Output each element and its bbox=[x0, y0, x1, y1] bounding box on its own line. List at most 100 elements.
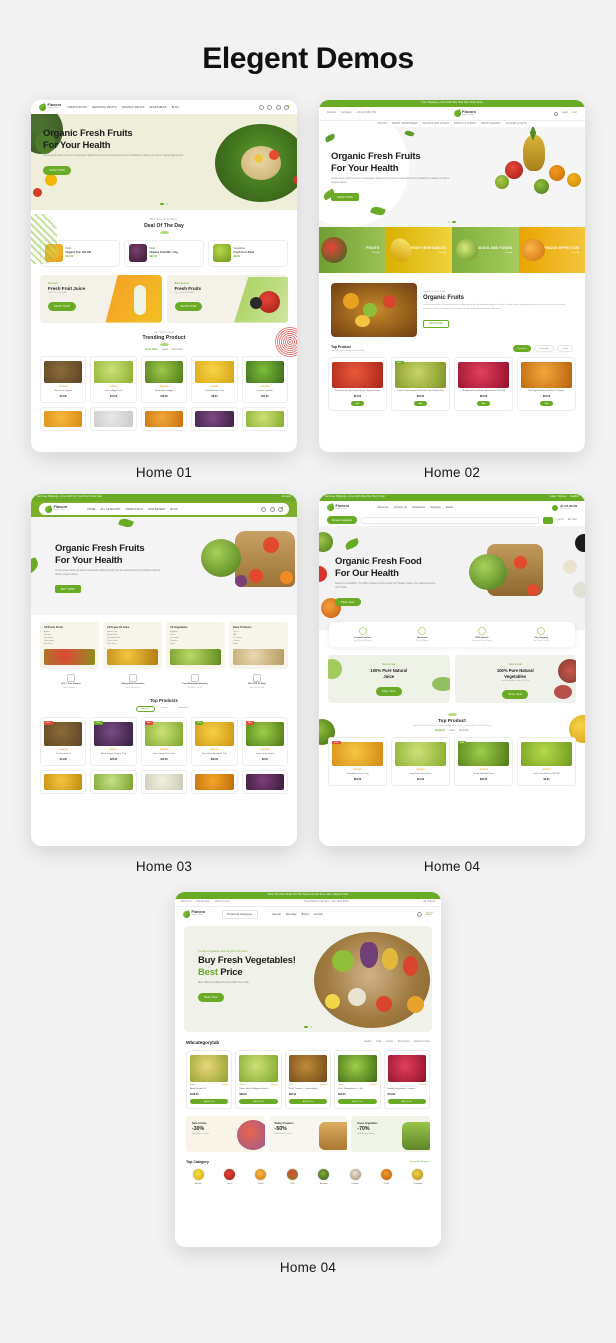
category-item[interactable]: Carrot bbox=[372, 1168, 400, 1185]
nav-item[interactable]: FRESH FRUIT bbox=[126, 508, 144, 511]
product-card[interactable]: Raspberry Fresh Nature Berry Basket 250 … bbox=[454, 357, 513, 412]
browse-all-categories-link[interactable]: Browse All Categories bbox=[410, 1161, 430, 1163]
hero-shop-button[interactable]: Shop Now bbox=[335, 598, 361, 607]
nav-item[interactable]: OUR BAKERY bbox=[148, 508, 165, 511]
promo-banner[interactable]: Summer Fresh Fruit Juice Up to 30% Off T… bbox=[40, 274, 162, 323]
category-card[interactable]: All Types Of Juice Lemon Juice Mango Jui… bbox=[103, 622, 162, 669]
top-products-tabs[interactable]: Featured Latest Bestseller bbox=[31, 705, 297, 713]
nav-item[interactable]: BLOG bbox=[172, 106, 179, 109]
logo[interactable]: Flavoro Organic Store bbox=[182, 909, 206, 919]
nav-item[interactable]: ORGANIC FRUITS bbox=[122, 106, 145, 109]
search-icon[interactable] bbox=[261, 506, 266, 512]
category-item[interactable]: Plum Juice bbox=[107, 643, 158, 646]
header-icons[interactable] bbox=[261, 506, 283, 512]
user-icon[interactable] bbox=[275, 104, 281, 110]
tab[interactable]: Exotic bbox=[364, 1040, 371, 1043]
promo-banner[interactable]: New arrival 100% Pure Natural Juice Shop… bbox=[328, 655, 450, 703]
carousel-dot[interactable] bbox=[451, 221, 456, 223]
hero-shop-button[interactable]: Shop Now bbox=[198, 993, 224, 1002]
discount-banner[interactable]: Green Vegetables -70% Made By Best Produ… bbox=[351, 1116, 431, 1153]
carousel-dot[interactable] bbox=[309, 1026, 312, 1028]
topbar-right-link[interactable]: Account bbox=[282, 495, 291, 498]
carousel-dot[interactable] bbox=[448, 221, 451, 223]
nav-item[interactable]: VEGETABLES bbox=[149, 106, 166, 109]
deal-item-card[interactable]: Fruits Organic Fruit Mix, 1 Kg $22.00 bbox=[124, 239, 204, 267]
browse-all-categories-button[interactable]: Browse All Categories bbox=[221, 909, 258, 919]
product-card[interactable]: SALE ★★★★★ Kiwi Fresh Fruit $14.00 bbox=[40, 717, 87, 767]
search-icon[interactable] bbox=[258, 104, 264, 110]
tab[interactable]: Fresh Juice bbox=[145, 349, 158, 351]
search-button[interactable] bbox=[542, 516, 553, 524]
product-card[interactable]: ★★★★★ Organic Leaf Mix $21.00 bbox=[241, 356, 289, 403]
tab[interactable]: Best Seller bbox=[172, 349, 183, 351]
product-card[interactable]: NEW ★★★★☆ Black Grapes Organic 1 Kg $26.… bbox=[90, 717, 137, 767]
nav-item[interactable]: Brand bbox=[302, 913, 309, 916]
product-card[interactable] bbox=[241, 770, 289, 795]
hero-carousel-dots[interactable] bbox=[184, 1026, 432, 1028]
logo[interactable]: Flavoro Organic Store bbox=[38, 102, 62, 112]
wish-list-link[interactable]: Wish List (0) bbox=[215, 900, 230, 903]
product-card[interactable] bbox=[140, 406, 188, 431]
nav-item[interactable]: Collections bbox=[412, 506, 425, 509]
product-card[interactable]: Fresh Hot Quality Tomato Sauce, 1kg Bulk… bbox=[328, 357, 387, 412]
product-card[interactable]: NEW ★★★★☆ Pure Yellow Mangoes 2 Kg $30.0… bbox=[191, 717, 238, 767]
tab[interactable]: Latest bbox=[162, 349, 168, 351]
carousel-dot[interactable] bbox=[160, 203, 165, 205]
product-card[interactable]: ★★★★☆ Fresh Green Beans 500 GM $9.00 bbox=[517, 737, 576, 786]
promo-banner[interactable]: New arrival 100% Pure Natural Vegetables… bbox=[454, 655, 576, 703]
nav-item[interactable]: FRESH BAKERY bbox=[481, 122, 501, 125]
nav-links[interactable]: Special Site Map Brand Contact bbox=[272, 913, 323, 916]
carousel-dot[interactable] bbox=[304, 1026, 309, 1028]
discount-banner[interactable]: New Arrivals -30% Made By Best Process bbox=[186, 1116, 265, 1153]
cart-icon[interactable] bbox=[284, 104, 289, 110]
category-banner[interactable]: FRUITS Shop All bbox=[319, 227, 386, 273]
hero-carousel-dots[interactable] bbox=[31, 203, 297, 205]
about-read-more-button[interactable]: READ MORE bbox=[423, 319, 449, 328]
product-card[interactable]: SALE ★★★★★ Long Green Gourd $9.00 bbox=[241, 717, 289, 767]
nav-item[interactable]: Site Map bbox=[286, 913, 297, 916]
language-select[interactable]: English bbox=[570, 495, 579, 498]
top-product-tabs[interactable]: Featured Bestseller Latest bbox=[512, 345, 573, 352]
nav-item[interactable]: ALMOND & NUTS bbox=[506, 122, 527, 125]
tab[interactable]: Exotics Fruits bbox=[414, 1040, 430, 1043]
top-product-tabs[interactable]: Featured Latest Bestseller bbox=[319, 730, 585, 732]
demo-card-home-01[interactable]: Flavoro Organic Store FRESH FRUITS SEASO… bbox=[31, 100, 297, 480]
demo-card-home-02[interactable]: Free Shipping + Free Gifts Buy Now Next … bbox=[319, 100, 585, 480]
nav-item[interactable]: Contact Us bbox=[394, 506, 407, 509]
demo-screenshot-home-04[interactable]: Get Free Shipping + Free Gifts Now Buy N… bbox=[319, 494, 585, 846]
hero-shop-button[interactable]: BUY NOW bbox=[55, 585, 81, 594]
product-card[interactable]: NEW ★★★★★ Mixed Vegetable Tray $26.00 bbox=[454, 737, 513, 786]
discount-banner[interactable]: Bakery Products -50% Made By Best Proces… bbox=[268, 1116, 348, 1153]
product-card[interactable] bbox=[90, 770, 137, 795]
product-card[interactable]: ★★★★☆ Long Green Gourd Pack $11.00 bbox=[391, 737, 450, 786]
category-item[interactable]: Pineapple bbox=[404, 1168, 432, 1185]
promo-button[interactable]: SHOP NOW bbox=[174, 302, 203, 311]
cart-link[interactable]: My Cart bbox=[568, 518, 577, 521]
logo[interactable]: Flavoro Organic Store bbox=[452, 109, 477, 118]
product-card[interactable]: Exotic ★★★★★ Apple Flavour 94° $118.00 A… bbox=[186, 1050, 233, 1110]
all-orders-link[interactable]: All Orders bbox=[423, 900, 435, 903]
cart-link[interactable]: Cart bbox=[572, 111, 577, 114]
product-card[interactable] bbox=[191, 770, 238, 795]
product-card[interactable] bbox=[140, 770, 188, 795]
category-item[interactable]: Banana bbox=[184, 1168, 212, 1185]
nav-item[interactable]: SNACKS AND FOODS bbox=[423, 122, 449, 125]
tab[interactable]: Featured bbox=[135, 705, 155, 713]
product-card[interactable]: ECO ★★★★★ Fresh Turmeric - Organically A… bbox=[284, 1050, 332, 1110]
category-item[interactable]: Peach bbox=[247, 1168, 275, 1185]
add-to-cart-button[interactable]: Add bbox=[476, 400, 491, 407]
category-banner[interactable]: ENORMOUS EFFECTUM Shop All bbox=[518, 227, 585, 273]
category-item[interactable]: Cherry bbox=[215, 1168, 243, 1185]
tab[interactable]: Kiwi bbox=[377, 1040, 382, 1043]
demo-card-home-03[interactable]: Get Free Shipping + Free Gifts On Your N… bbox=[31, 494, 297, 874]
logo[interactable]: Flavoro Organic Store bbox=[326, 503, 350, 512]
demo-card-home-04-alt[interactable]: Shop The Most Deals Off The Week And Get… bbox=[175, 892, 441, 1275]
tab[interactable]: Featured bbox=[435, 730, 445, 732]
product-card[interactable] bbox=[191, 406, 238, 431]
product-card[interactable]: Classic ★★★★★ Rustic Early Fall Apples B… bbox=[235, 1050, 282, 1110]
nav-item[interactable]: BLOG bbox=[171, 508, 178, 511]
phone-block[interactable]: +91 123 456 789 24/7 Support bbox=[551, 504, 577, 511]
add-to-cart-button[interactable]: Add bbox=[350, 400, 365, 407]
nav-item[interactable]: FRESH FRUITS bbox=[68, 106, 87, 109]
user-icon[interactable] bbox=[269, 506, 275, 512]
